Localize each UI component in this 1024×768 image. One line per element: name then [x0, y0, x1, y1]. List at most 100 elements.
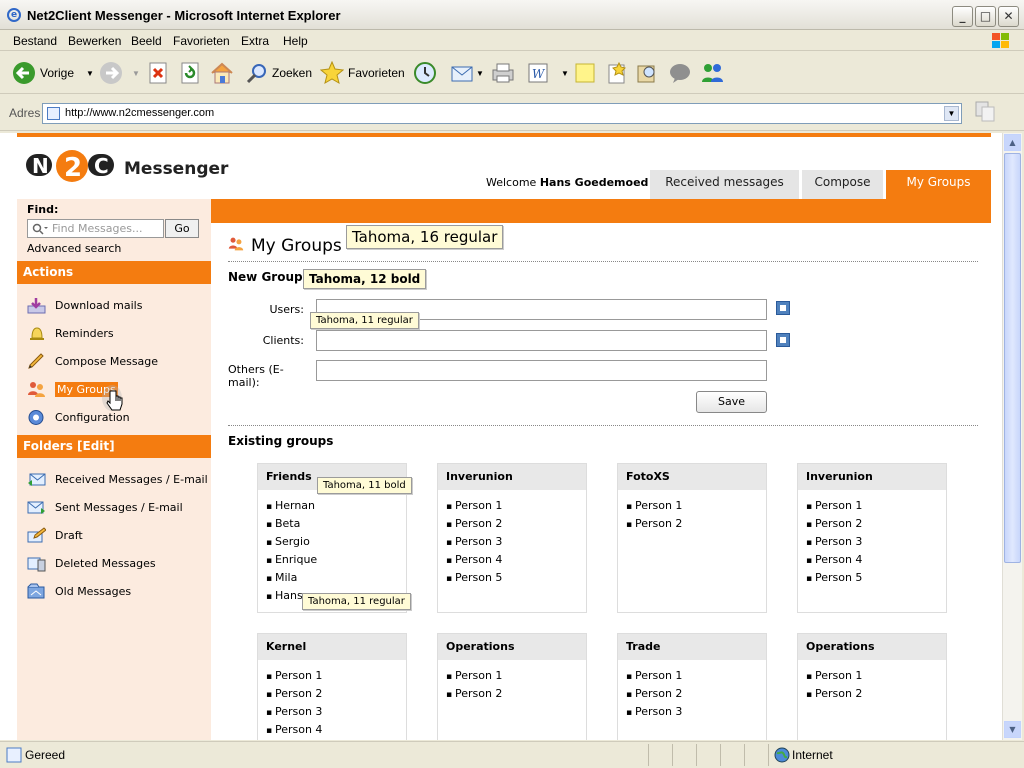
menu-bewerken[interactable]: Bewerken — [68, 34, 121, 48]
discuss-button[interactable] — [668, 60, 692, 86]
sidebar-item-received-messages[interactable]: Received Messages / E-mail — [27, 468, 208, 490]
scroll-thumb[interactable] — [1004, 153, 1021, 563]
sidebar-item-reminders[interactable]: Reminders — [27, 322, 114, 344]
search-label: Zoeken — [272, 66, 313, 80]
search-button[interactable]: Zoeken — [246, 60, 312, 86]
svg-text:W: W — [532, 67, 546, 81]
menu-bestand[interactable]: Bestand — [13, 34, 57, 48]
search-placeholder: Find Messages... — [52, 222, 143, 235]
menu-beeld[interactable]: Beeld — [131, 34, 162, 48]
research-button[interactable] — [636, 60, 658, 86]
chevron-down-icon[interactable]: ▼ — [944, 106, 959, 121]
sidebar-item-draft[interactable]: Draft — [27, 524, 83, 546]
others-email-field[interactable] — [316, 360, 767, 381]
browser-window: e Net2Client Messenger - Microsoft Inter… — [0, 0, 1024, 768]
menu-favorieten[interactable]: Favorieten — [173, 34, 230, 48]
group-card[interactable]: FotoXSPerson 1Person 2 — [617, 463, 767, 613]
sidebar-item-old-messages[interactable]: Old Messages — [27, 580, 131, 602]
group-name[interactable]: Inverunion — [438, 464, 586, 490]
page-icon — [47, 107, 60, 120]
notes-button[interactable] — [574, 60, 596, 86]
go-icon[interactable] — [973, 99, 999, 125]
status-bar: Gereed Internet — [0, 741, 1024, 768]
group-name[interactable]: Kernel — [258, 634, 406, 660]
accent-stripe — [17, 133, 991, 137]
group-card[interactable]: OperationsPerson 1Person 2 — [797, 633, 947, 740]
group-card[interactable]: OperationsPerson 1Person 2 — [437, 633, 587, 740]
close-button[interactable]: ✕ — [998, 6, 1019, 27]
group-card[interactable]: TradePerson 1Person 2Person 3 — [617, 633, 767, 740]
scroll-down-arrow-icon[interactable]: ▼ — [1004, 721, 1021, 738]
maximize-button[interactable]: □ — [975, 6, 996, 27]
mail-button[interactable]: ▼ — [450, 60, 484, 86]
group-card[interactable]: InverunionPerson 1Person 2Person 3Person… — [437, 463, 587, 613]
minimize-button[interactable]: _ — [952, 6, 973, 27]
menu-extra[interactable]: Extra — [241, 34, 269, 48]
favorites-label: Favorieten — [348, 66, 405, 80]
messenger-button[interactable] — [700, 60, 726, 86]
member-item: Person 4 — [446, 553, 586, 571]
group-name[interactable]: FotoXS — [618, 464, 766, 490]
scroll-up-arrow-icon[interactable]: ▲ — [1004, 134, 1021, 151]
sidebar-item-label: Draft — [55, 528, 83, 542]
address-book-icon[interactable] — [776, 333, 790, 347]
advanced-search-link[interactable]: Advanced search — [27, 242, 121, 255]
save-button[interactable]: Save — [696, 391, 767, 413]
group-card[interactable]: KernelPerson 1Person 2Person 3Person 4 — [257, 633, 407, 740]
group-name[interactable]: Operations — [798, 634, 946, 660]
chevron-down-icon[interactable]: ▼ — [132, 69, 140, 78]
clients-field[interactable] — [316, 330, 767, 351]
history-button[interactable] — [413, 60, 437, 86]
favorites-button[interactable]: Favorieten — [320, 60, 405, 86]
bell-icon — [30, 326, 44, 340]
folders-header[interactable]: Folders [Edit] — [17, 435, 211, 458]
address-book-icon[interactable] — [776, 301, 790, 315]
existing-groups-title: Existing groups — [228, 434, 334, 448]
globe-icon — [774, 747, 790, 763]
tab-my-groups[interactable]: My Groups — [886, 170, 991, 199]
stop-button[interactable] — [148, 60, 168, 86]
refresh-button[interactable] — [180, 60, 200, 86]
group-name[interactable]: Trade — [618, 634, 766, 660]
add-favorite-button[interactable] — [606, 60, 628, 86]
tab-received-messages[interactable]: Received messages — [650, 170, 799, 199]
printer-icon — [492, 63, 514, 83]
star-icon — [320, 61, 344, 85]
tab-compose[interactable]: Compose — [802, 170, 883, 199]
mail-icon — [451, 66, 473, 82]
go-button[interactable]: Go — [165, 219, 199, 238]
vertical-scrollbar[interactable]: ▲ ▼ — [1002, 133, 1022, 740]
sidebar-item-download-mails[interactable]: Download mails — [27, 294, 142, 316]
group-name[interactable]: Inverunion — [798, 464, 946, 490]
sidebar-item-sent-messages[interactable]: Sent Messages / E-mail — [27, 496, 183, 518]
sidebar-item-compose-message[interactable]: Compose Message — [27, 350, 158, 372]
menu-help[interactable]: Help — [283, 34, 308, 48]
chevron-down-icon[interactable]: ▼ — [561, 69, 569, 78]
group-card[interactable]: InverunionPerson 1Person 2Person 3Person… — [797, 463, 947, 613]
back-button[interactable]: Vorige ▼ — [12, 60, 94, 86]
pencil-icon — [28, 352, 44, 369]
edit-button[interactable]: W ▼ — [527, 60, 569, 86]
home-button[interactable] — [210, 60, 234, 86]
draft-icon — [27, 526, 46, 542]
sidebar-item-label: Deleted Messages — [55, 556, 156, 570]
address-label: Adres — [9, 106, 41, 120]
status-divider — [648, 744, 649, 766]
member-item: Person 3 — [266, 705, 406, 723]
status-text: Gereed — [25, 748, 66, 762]
group-name[interactable]: Operations — [438, 634, 586, 660]
sidebar-item-label: Reminders — [55, 326, 114, 340]
sidebar-item-deleted-messages[interactable]: Deleted Messages — [27, 552, 156, 574]
download-icon — [27, 297, 46, 313]
forward-button[interactable]: ▼ — [99, 60, 140, 86]
print-button[interactable] — [490, 60, 516, 86]
address-field[interactable]: http://www.n2cmessenger.com ▼ — [42, 103, 962, 124]
chevron-down-icon[interactable]: ▼ — [476, 69, 484, 78]
member-list: Person 1Person 2Person 3Person 4Person 5 — [798, 490, 946, 589]
windows-logo-icon — [992, 33, 1009, 48]
member-item: Person 1 — [806, 499, 946, 517]
chevron-down-icon[interactable]: ▼ — [86, 69, 94, 78]
search-input[interactable]: Find Messages... — [27, 219, 164, 238]
member-item: Person 3 — [806, 535, 946, 553]
member-item: Person 2 — [626, 687, 766, 705]
